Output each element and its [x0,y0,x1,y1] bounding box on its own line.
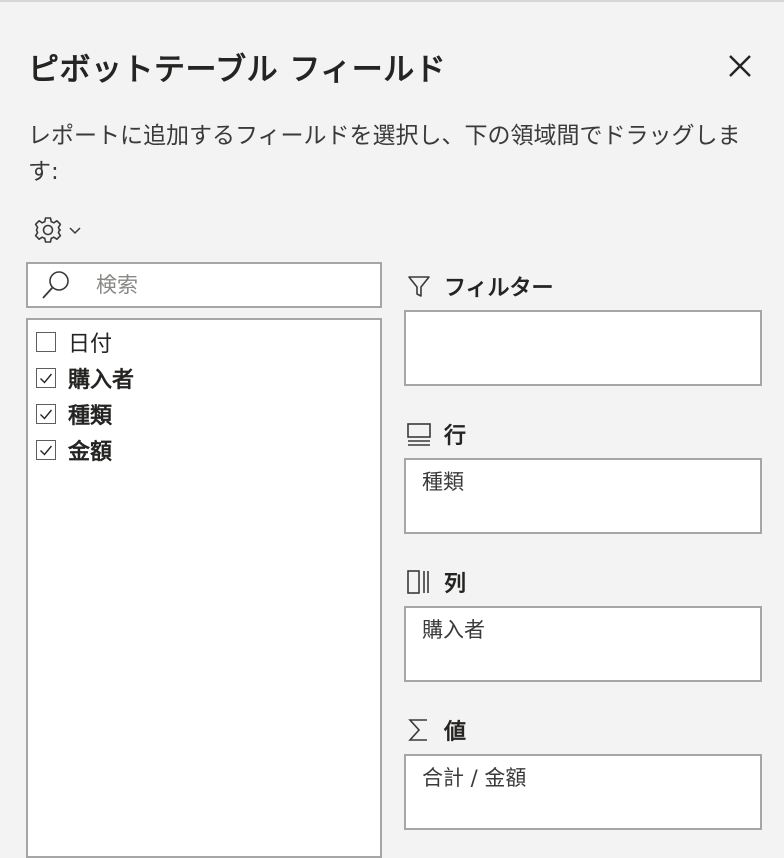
checkmark-icon [40,373,53,384]
columns-item[interactable]: 購入者 [422,618,485,642]
close-icon [727,53,753,79]
close-button[interactable] [722,48,758,84]
field-list: 日付 購入者 種類 金額 [26,318,382,858]
values-drop-zone[interactable]: 合計 / 金額 [404,754,762,830]
field-checkbox[interactable] [36,404,56,424]
field-item-date[interactable]: 日付 [28,324,380,360]
search-input[interactable] [84,273,376,297]
rows-icon [406,421,432,447]
rows-area-header: 行 [406,416,466,452]
field-checkbox[interactable] [36,332,56,352]
columns-drop-zone[interactable]: 購入者 [404,606,762,682]
panel-top-border [0,0,784,2]
columns-area-label: 列 [444,572,467,597]
settings-dropdown[interactable] [32,212,82,248]
field-checkbox[interactable] [36,440,56,460]
checkmark-icon [40,445,53,456]
field-item-buyer[interactable]: 購入者 [28,360,380,396]
rows-item[interactable]: 種類 [422,470,464,494]
chevron-down-icon [68,225,82,235]
filters-area-header: フィルター [406,268,554,304]
filter-icon [406,273,432,299]
columns-icon [406,569,432,595]
field-item-amount[interactable]: 金額 [28,432,380,468]
panel-title: ピボットテーブル フィールド [28,52,447,88]
columns-area-header: 列 [406,564,466,600]
values-area-header: 値 [406,712,466,748]
field-label: 金額 [68,440,113,465]
values-item[interactable]: 合計 / 金額 [422,766,526,790]
search-box [26,262,382,308]
rows-drop-zone[interactable]: 種類 [404,458,762,534]
field-item-type[interactable]: 種類 [28,396,380,432]
panel-description: レポートに追加するフィールドを選択し、下の領域間でドラッグします: [28,123,741,185]
field-label: 種類 [68,404,113,429]
filters-area-label: フィルター [444,276,554,301]
search-icon [28,264,84,306]
values-area-label: 値 [444,720,467,745]
gear-icon [32,214,64,246]
field-label: 日付 [68,332,113,357]
rows-area-label: 行 [444,424,467,449]
sigma-icon [406,717,432,743]
field-label: 購入者 [68,368,135,393]
checkmark-icon [40,409,53,420]
field-checkbox[interactable] [36,368,56,388]
filters-drop-zone[interactable] [404,310,762,386]
